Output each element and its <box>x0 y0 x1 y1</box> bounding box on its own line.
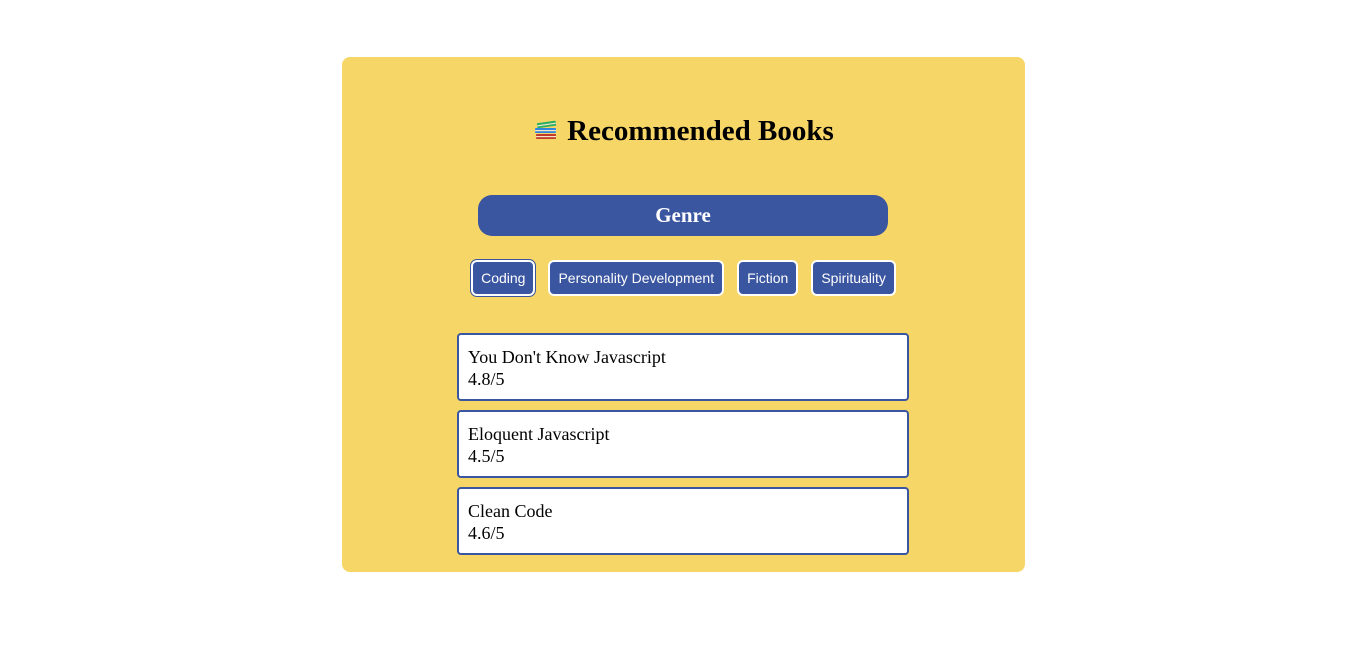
book-list: You Don't Know Javascript 4.8/5 Eloquent… <box>457 333 909 564</box>
genre-button-fiction[interactable]: Fiction <box>737 260 799 296</box>
book-name: Clean Code <box>468 501 553 521</box>
page-title-text: Recommended Books <box>567 115 834 147</box>
book-name: You Don't Know Javascript <box>468 347 666 367</box>
book-item: You Don't Know Javascript 4.8/5 <box>457 333 909 401</box>
app-card: Recommended Books Genre Coding Personalit… <box>342 57 1025 572</box>
genre-button-personality-development[interactable]: Personality Development <box>548 260 725 296</box>
genre-button-group: Coding Personality Development Fiction Spir… <box>342 259 1025 297</box>
book-name: Eloquent Javascript <box>468 424 610 444</box>
page-title: Recommended Books <box>342 112 1025 150</box>
genre-button-coding[interactable]: Coding <box>470 259 537 297</box>
books-stack-icon <box>535 120 557 139</box>
book-rating: 4.6/5 <box>468 523 505 543</box>
genre-header: Genre <box>478 195 888 236</box>
book-rating: 4.8/5 <box>468 369 505 389</box>
book-item: Clean Code 4.6/5 <box>457 487 909 555</box>
book-item: Eloquent Javascript 4.5/5 <box>457 410 909 478</box>
book-rating: 4.5/5 <box>468 446 505 466</box>
genre-button-spirituality[interactable]: Spirituality <box>811 260 896 296</box>
